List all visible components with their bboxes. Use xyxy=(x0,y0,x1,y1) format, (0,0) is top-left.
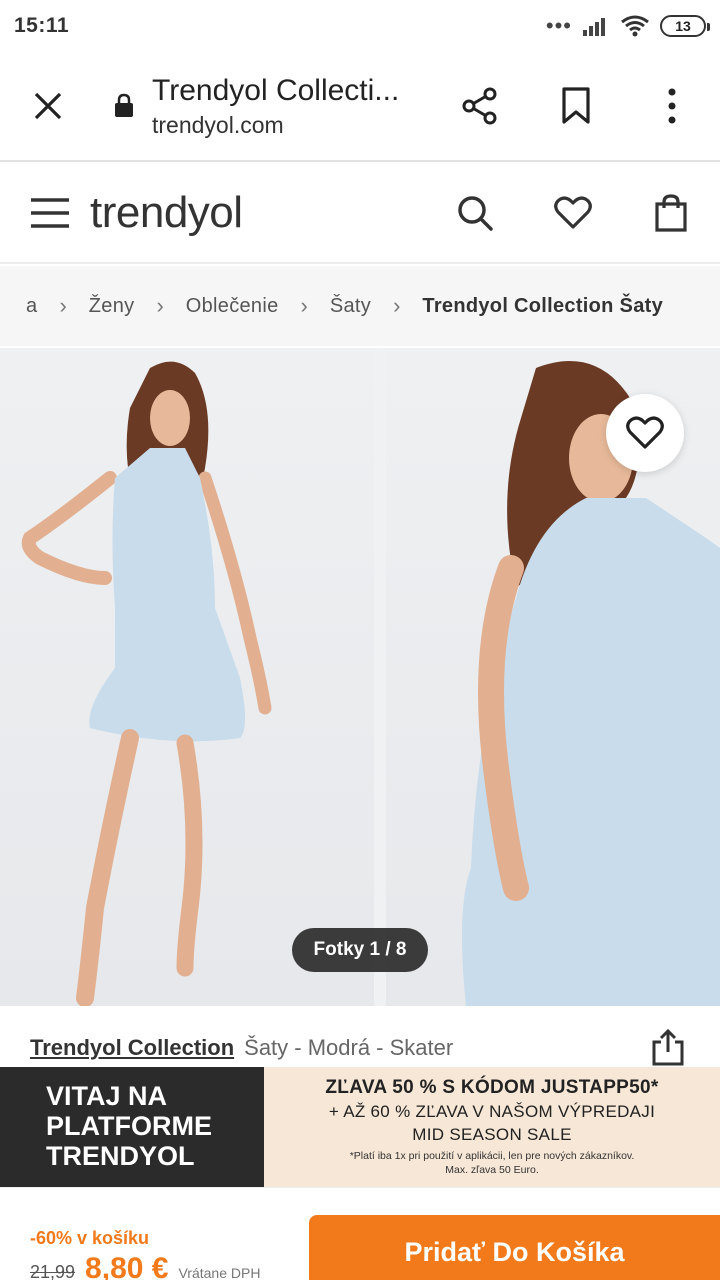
product-title-row: Trendyol Collection Šaty - Modrá - Skate… xyxy=(30,1028,720,1068)
add-to-cart-button[interactable]: Pridať Do Košíka xyxy=(309,1215,720,1280)
hamburger-icon xyxy=(31,198,69,228)
promo-terms: *Platí iba 1x pri použití v aplikácii, l… xyxy=(264,1149,720,1177)
breadcrumb-current: Trendyol Collection Šaty xyxy=(422,294,664,317)
shopping-bag-icon xyxy=(655,194,687,232)
breadcrumb-item[interactable]: Šaty xyxy=(330,295,371,318)
purchase-bar: -60% v košíku 21,99 8,80 € Vrátane DPH P… xyxy=(0,1187,720,1280)
promo-banner[interactable]: VITAJ NA PLATFORME TRENDYOL ZĽAVA 50 % S… xyxy=(0,1067,720,1187)
welcome-block: VITAJ NA PLATFORME TRENDYOL xyxy=(0,1067,264,1187)
more-vert-icon xyxy=(668,88,676,124)
product-brand-link[interactable]: Trendyol Collection xyxy=(30,1035,234,1061)
breadcrumb-item[interactable]: Ženy xyxy=(89,295,135,318)
share-icon xyxy=(652,1028,684,1066)
product-photo-1[interactable] xyxy=(0,348,374,1006)
vat-note: Vrátane DPH xyxy=(178,1265,261,1280)
welcome-line: TRENDYOL xyxy=(46,1141,195,1171)
battery-indicator: 13 xyxy=(660,15,710,37)
site-header: trendyol xyxy=(0,164,720,264)
page-title: Trendyol Collecti... xyxy=(152,73,400,107)
hamburger-menu-button[interactable] xyxy=(0,163,100,263)
welcome-line: VITAJ NA xyxy=(46,1081,168,1111)
breadcrumb: a › Ženy › Oblečenie › Šaty › Trendyol C… xyxy=(0,266,720,346)
bookmark-icon xyxy=(562,87,590,124)
wifi-icon xyxy=(621,15,649,37)
cart-button[interactable] xyxy=(622,163,720,263)
cart-discount-label: -60% v košíku xyxy=(30,1228,150,1248)
promo-terms-line: Max. zľava 50 Euro. xyxy=(445,1164,539,1176)
promo-subline: + AŽ 60 % ZĽAVA V NAŠOM VÝPREDAJI xyxy=(328,1102,656,1121)
status-icons: ••• 13 xyxy=(545,13,710,39)
close-tab-button[interactable] xyxy=(0,51,96,161)
original-price: 21,99 xyxy=(30,1262,76,1280)
favorites-button[interactable] xyxy=(524,163,622,263)
product-share-button[interactable] xyxy=(650,1028,690,1068)
chevron-right-icon: › xyxy=(59,293,67,318)
chevron-right-icon: › xyxy=(300,293,308,318)
promo-offer: ZĽAVA 50 % S KÓDOM JUSTAPP50* + AŽ 60 % … xyxy=(264,1067,720,1187)
more-notifications-icon: ••• xyxy=(545,13,572,38)
browser-toolbar: Trendyol Collecti... trendyol.com xyxy=(0,52,720,162)
browser-menu-button[interactable] xyxy=(624,51,720,161)
product-name: Šaty - Modrá - Skater xyxy=(244,1035,454,1060)
status-time: 15:11 xyxy=(14,14,70,37)
welcome-line: PLATFORME xyxy=(46,1111,212,1141)
add-to-favorites-button[interactable] xyxy=(606,394,684,472)
battery-level: 13 xyxy=(675,18,691,34)
promo-headline: ZĽAVA 50 % S KÓDOM JUSTAPP50* xyxy=(325,1077,659,1098)
model-illustration xyxy=(21,361,272,1006)
chevron-right-icon: › xyxy=(393,293,401,318)
photo-counter: Fotky 1 / 8 xyxy=(292,928,428,972)
breadcrumb-item[interactable]: a xyxy=(26,295,37,318)
bookmark-button[interactable] xyxy=(528,51,624,161)
search-icon xyxy=(458,196,493,231)
heart-icon xyxy=(554,196,592,229)
discounted-price: 8,80 € xyxy=(85,1252,169,1280)
chevron-right-icon: › xyxy=(156,293,164,318)
page-domain: trendyol.com xyxy=(152,111,284,138)
product-photo-2[interactable] xyxy=(386,348,720,1006)
lock-icon xyxy=(104,51,144,161)
close-icon xyxy=(34,92,62,120)
price-row: 21,99 8,80 € Vrátane DPH xyxy=(30,1252,260,1280)
product-gallery[interactable]: Fotky 1 / 8 xyxy=(0,348,720,1006)
heart-icon xyxy=(626,416,664,449)
search-button[interactable] xyxy=(426,163,524,263)
share-icon xyxy=(462,87,497,125)
promo-sale-name: MID SEASON SALE xyxy=(412,1125,572,1144)
status-bar: 15:11 ••• 13 xyxy=(0,0,720,52)
address-bar[interactable]: Trendyol Collecti... trendyol.com xyxy=(144,74,432,139)
trendyol-logo[interactable]: trendyol xyxy=(90,188,426,238)
signal-icon xyxy=(583,18,605,36)
share-button[interactable] xyxy=(432,51,528,161)
breadcrumb-item[interactable]: Oblečenie xyxy=(186,295,279,318)
promo-terms-line: *Platí iba 1x pri použití v aplikácii, l… xyxy=(349,1150,635,1162)
dress xyxy=(89,448,246,742)
